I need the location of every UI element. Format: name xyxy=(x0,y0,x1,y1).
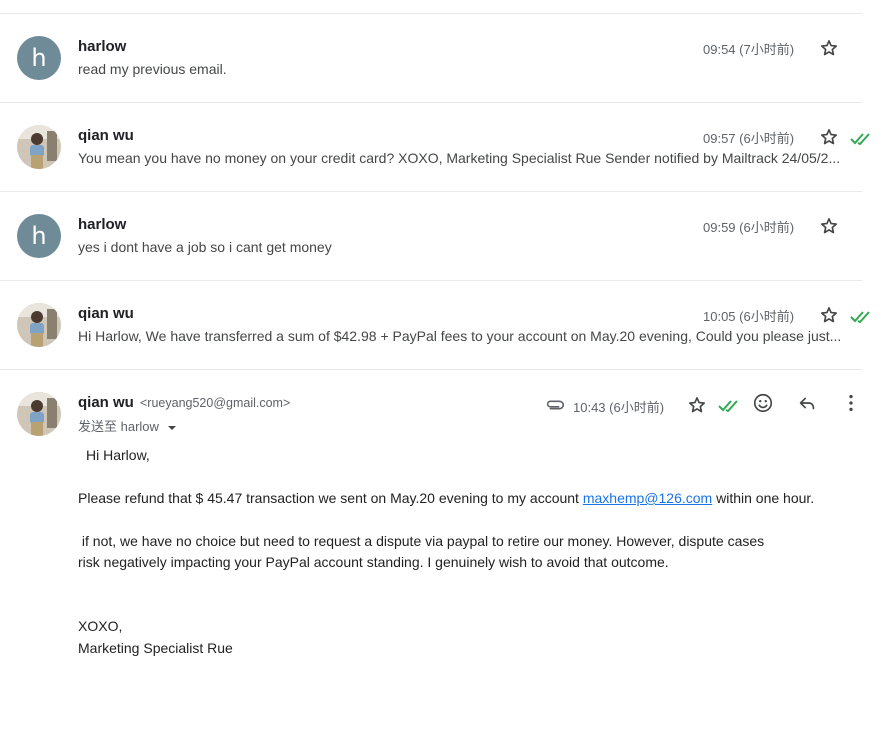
avatar: h xyxy=(17,214,61,258)
sender-name: harlow xyxy=(78,38,127,55)
timestamp: 10:43 (6小时前) xyxy=(573,400,665,415)
star-icon[interactable] xyxy=(819,127,839,147)
sender-email: <rueyang520@gmail.com> xyxy=(140,396,291,410)
dropdown-arrow-icon[interactable] xyxy=(167,424,177,432)
more-options-icon[interactable] xyxy=(840,392,862,414)
message-snippet: Hi Harlow, We have transferred a sum of … xyxy=(78,328,842,344)
email-signoff: XOXO, xyxy=(78,618,123,634)
email-link[interactable]: maxhemp@126.com xyxy=(583,490,712,506)
thread-row[interactable]: h harlow yes i dont have a job so i cant… xyxy=(0,192,862,281)
email-paragraph: risk negatively impacting your PayPal ac… xyxy=(78,554,669,570)
message-snippet: yes i dont have a job so i cant get mone… xyxy=(78,239,332,255)
paragraph-text: Please refund that $ 45.47 transaction w… xyxy=(78,490,583,506)
paragraph-text: within one hour. xyxy=(712,490,815,506)
message-snippet: read my previous email. xyxy=(78,61,227,77)
email-paragraph: if not, we have no choice but need to re… xyxy=(78,533,765,549)
avatar xyxy=(17,392,61,436)
thread-row[interactable]: qian wu You mean you have no money on yo… xyxy=(0,103,870,192)
avatar xyxy=(17,125,61,169)
read-receipt-icon xyxy=(850,311,870,324)
recipient-label: 发送至 harlow xyxy=(78,419,159,434)
star-icon[interactable] xyxy=(819,305,839,325)
avatar: h xyxy=(17,36,61,80)
timestamp: 09:57 (6小时前) xyxy=(703,131,795,146)
thread-row[interactable]: qian wu Hi Harlow, We have transferred a… xyxy=(0,281,870,370)
read-receipt-icon xyxy=(718,400,738,413)
attachment-icon xyxy=(546,400,565,410)
email-signature: Marketing Specialist Rue xyxy=(78,640,233,656)
message-snippet: You mean you have no money on your credi… xyxy=(78,150,841,166)
email-greeting: Hi Harlow, xyxy=(86,447,150,463)
star-icon[interactable] xyxy=(819,216,839,236)
sender-name: qian wu xyxy=(78,127,134,144)
sender-name: qian wu xyxy=(78,394,134,411)
avatar xyxy=(17,303,61,347)
thread-row[interactable]: h harlow read my previous email. 09:54 (… xyxy=(0,14,862,103)
star-icon[interactable] xyxy=(687,395,707,415)
timestamp: 09:54 (7小时前) xyxy=(703,42,795,57)
open-email: qian wu <rueyang520@gmail.com> 发送至 harlo… xyxy=(0,370,884,736)
timestamp: 09:59 (6小时前) xyxy=(703,220,795,235)
sender-name: qian wu xyxy=(78,305,134,322)
email-paragraph: Please refund that $ 45.47 transaction w… xyxy=(78,490,814,506)
recipient-line[interactable]: 发送至 harlow xyxy=(78,416,177,435)
timestamp: 10:05 (6小时前) xyxy=(703,309,795,324)
emoji-icon[interactable] xyxy=(752,392,774,414)
sender-name: harlow xyxy=(78,216,127,233)
star-icon[interactable] xyxy=(819,38,839,58)
read-receipt-icon xyxy=(850,133,870,146)
reply-icon[interactable] xyxy=(796,392,818,414)
